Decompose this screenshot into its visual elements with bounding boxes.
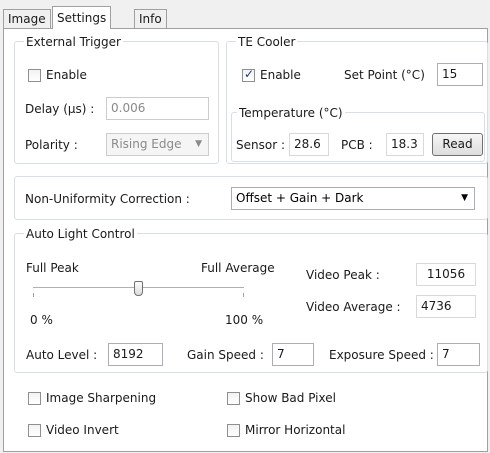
set-point-label: Set Point (°C): [344, 68, 425, 82]
video-peak-value: 11056: [416, 263, 476, 286]
video-average-label: Video Average :: [306, 300, 401, 314]
nuc-select[interactable]: Offset + Gain + Dark ▼: [231, 187, 475, 210]
sensor-label: Sensor :: [236, 138, 285, 152]
auto-level-label: Auto Level :: [26, 348, 98, 362]
slider-tick: [33, 293, 34, 297]
mirror-horizontal-label: Mirror Horizontal: [245, 423, 346, 437]
pcb-value: 18.3: [386, 133, 424, 156]
delay-input[interactable]: 0.006: [106, 97, 209, 120]
external-trigger-title: External Trigger: [24, 35, 123, 49]
sensor-value: 28.6: [289, 133, 329, 156]
polarity-value: Rising Edge: [111, 137, 182, 151]
show-bad-pixel-label: Show Bad Pixel: [245, 391, 336, 405]
te-cooler-enable-label: Enable: [260, 68, 301, 82]
slider-min-label: 0 %: [30, 313, 53, 327]
te-cooler-enable-checkbox[interactable]: [242, 67, 255, 82]
nuc-label: Non-Uniformity Correction :: [25, 192, 190, 206]
external-trigger-enable-label: Enable: [46, 68, 87, 82]
auto-level-input[interactable]: 8192: [108, 343, 163, 366]
exposure-speed-input[interactable]: 7: [437, 343, 480, 366]
tab-image[interactable]: Image: [3, 9, 51, 28]
exposure-speed-label: Exposure Speed :: [329, 348, 434, 362]
pcb-label: PCB :: [341, 138, 373, 152]
full-average-label: Full Average: [201, 261, 275, 275]
show-bad-pixel-checkbox[interactable]: [227, 392, 240, 405]
polarity-select[interactable]: Rising Edge ▼: [106, 133, 209, 156]
auto-light-title: Auto Light Control: [24, 227, 137, 241]
mirror-horizontal-checkbox[interactable]: [227, 424, 240, 437]
chevron-down-icon: ▼: [195, 139, 202, 149]
gain-speed-input[interactable]: 7: [272, 343, 314, 366]
image-sharpening-checkbox[interactable]: [28, 392, 41, 405]
nuc-value: Offset + Gain + Dark: [236, 191, 364, 205]
tab-strip: Image Settings Info: [0, 0, 490, 30]
delay-label: Delay (µs) :: [25, 102, 95, 116]
chevron-down-icon: ▼: [461, 193, 468, 203]
image-sharpening-label: Image Sharpening: [46, 391, 157, 405]
tab-info[interactable]: Info: [134, 9, 167, 28]
slider-tick: [243, 293, 244, 297]
video-invert-checkbox[interactable]: [28, 424, 41, 437]
polarity-label: Polarity :: [25, 138, 78, 152]
light-slider-thumb[interactable]: [134, 281, 143, 296]
video-average-value: 4736: [416, 295, 476, 318]
tab-settings[interactable]: Settings: [52, 6, 112, 29]
read-button[interactable]: Read: [432, 133, 483, 156]
external-trigger-enable-checkbox[interactable]: [28, 69, 41, 82]
gain-speed-label: Gain Speed :: [187, 348, 264, 362]
full-peak-label: Full Peak: [26, 261, 79, 275]
te-cooler-title: TE Cooler: [236, 35, 298, 49]
video-peak-label: Video Peak :: [306, 268, 380, 282]
video-invert-label: Video Invert: [46, 423, 119, 437]
set-point-input[interactable]: 15: [437, 63, 483, 86]
slider-max-label: 100 %: [225, 313, 264, 327]
temperature-title: Temperature (°C): [237, 106, 345, 120]
